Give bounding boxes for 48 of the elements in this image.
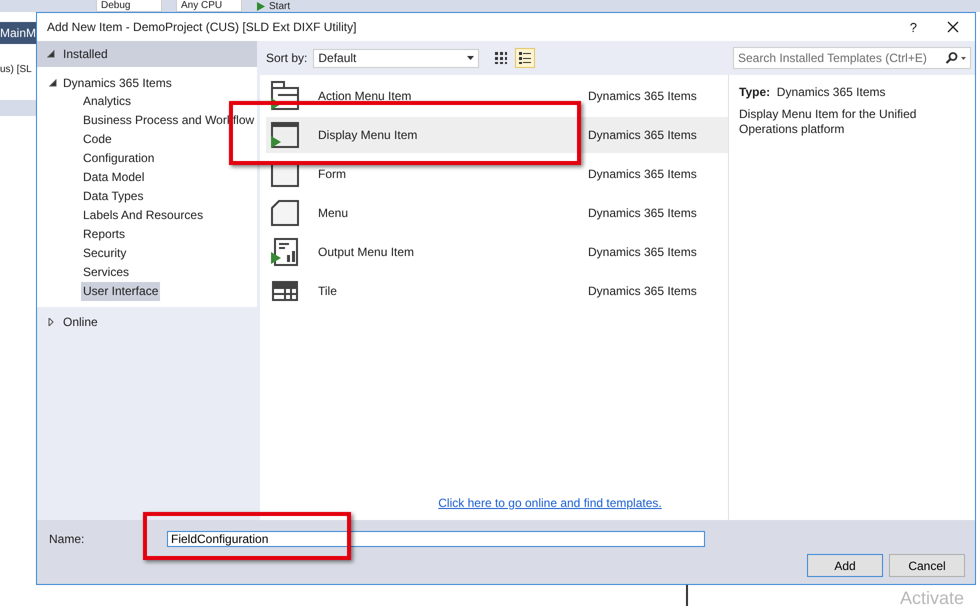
dialog-button[interactable]: Cancel [889, 554, 965, 577]
sort-label: Sort by: [266, 51, 308, 65]
toolbar-dropdown[interactable]: Any CPU [176, 0, 242, 12]
template-row[interactable]: Form Dynamics 365 Items [266, 156, 728, 192]
toolbar-dropdown[interactable]: Start [256, 0, 294, 12]
path-text: us) [SL [0, 64, 32, 75]
window-title: Add New Item - DemoProject (CUS) [SLD Ext DIXF Utility] [47, 20, 358, 34]
expander-icon[interactable] [49, 78, 57, 86]
expander-icon[interactable] [47, 50, 55, 58]
report-icon [270, 237, 300, 267]
search-field[interactable]: Search Installed Templates (Ctrl+E) [733, 47, 971, 69]
expander-icon[interactable] [47, 318, 55, 326]
template-row[interactable]: Tile Dynamics 365 Items [266, 273, 728, 309]
dialog-button[interactable]: Add [807, 554, 883, 577]
online-templates-link[interactable]: Click here to go online and find templates. [438, 496, 662, 510]
template-row[interactable]: Action Menu Item Dynamics 365 Items [266, 78, 728, 114]
list-view-button[interactable] [515, 48, 536, 68]
template-row[interactable]: Display Menu Item Dynamics 365 Items [266, 117, 728, 153]
search-icon[interactable] [945, 52, 967, 64]
type-text: Type: Dynamics 365 Items [739, 85, 886, 99]
tree-item[interactable]: Dynamics 365 Items [37, 73, 257, 92]
tree-item[interactable]: Code [81, 130, 114, 149]
folder-icon [270, 198, 300, 228]
tree-item[interactable]: Security [81, 244, 128, 263]
tree-item[interactable]: Data Types [81, 187, 146, 206]
window-icon [270, 81, 300, 111]
tree-item[interactable]: Analytics [81, 92, 134, 111]
selected-line-strip [0, 100, 36, 116]
tree-item[interactable]: Configuration [81, 149, 156, 168]
activation-watermark: Activate [900, 588, 964, 606]
tree-item[interactable]: Labels And Resources [81, 206, 206, 225]
template-row[interactable]: Menu Dynamics 365 Items [266, 195, 728, 231]
tree-item[interactable]: Services [81, 263, 132, 282]
toolbar-dropdown[interactable]: Debug [96, 0, 162, 12]
name-field[interactable]: FieldConfiguration [167, 531, 705, 547]
sort-dropdown[interactable]: Default [313, 48, 480, 68]
tree-item[interactable]: User Interface [81, 282, 160, 301]
tree-item[interactable]: Reports [81, 225, 128, 244]
close-icon[interactable] [947, 21, 959, 33]
description-text: Display Menu Item for the Unified Operations platform [739, 107, 918, 137]
caret-icon [467, 56, 474, 60]
help-button[interactable]: ? [910, 20, 917, 34]
window-icon [270, 120, 300, 150]
document-tab[interactable]: MainM [0, 22, 36, 44]
template-row[interactable]: Output Menu Item Dynamics 365 Items [266, 234, 728, 270]
tree-root-item[interactable]: Installed [37, 41, 257, 67]
tree-item[interactable]: Data Model [81, 168, 146, 187]
name-label: Name: [49, 532, 86, 546]
